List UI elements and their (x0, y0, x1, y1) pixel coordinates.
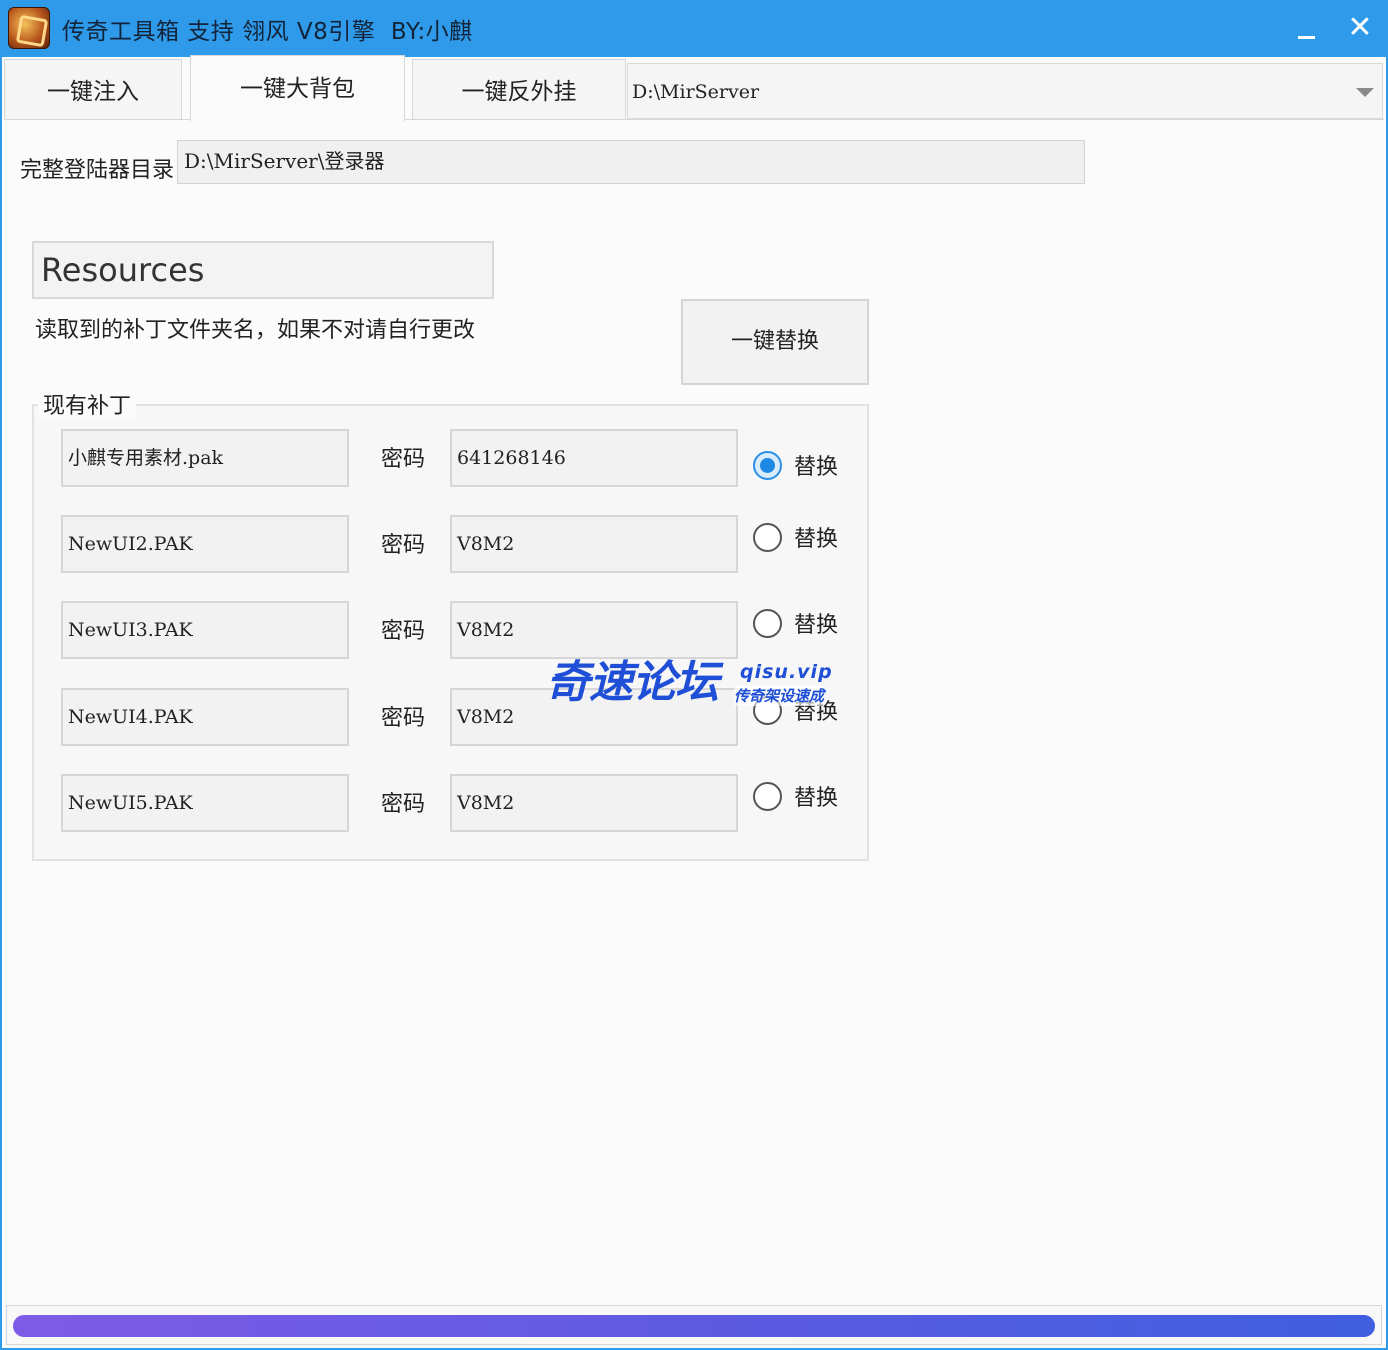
patch-password-field[interactable]: V8M2 (450, 774, 738, 832)
tab-one-click-inject[interactable]: 一键注入 (4, 59, 182, 119)
chevron-down-icon[interactable] (1356, 88, 1374, 97)
replace-radio-label[interactable]: 替换 (794, 607, 838, 639)
tab-anti-cheat[interactable]: 一键反外挂 (412, 59, 626, 119)
patch-password-field[interactable]: V8M2 (450, 515, 738, 573)
replace-radio[interactable] (753, 609, 782, 638)
launcher-dir-label: 完整登陆器目录 (20, 158, 175, 183)
replace-radio[interactable] (753, 451, 782, 480)
launcher-dir-input[interactable]: D:\MirServer\登录器 (177, 140, 1085, 184)
server-path-select[interactable]: D:\MirServer (627, 63, 1383, 119)
watermark-subtitle: 传奇架设速成 (734, 685, 825, 706)
password-label: 密码 (381, 792, 426, 817)
password-label: 密码 (381, 619, 426, 644)
patch-password-field[interactable]: 641268146 (450, 429, 738, 487)
forum-watermark: 奇速论坛 qisu.vip 传奇架设速成 (546, 657, 841, 713)
patch-file-field[interactable]: NewUI5.PAK (61, 774, 349, 832)
resources-folder-field[interactable]: Resources (32, 241, 494, 299)
patch-file-field[interactable]: NewUI3.PAK (61, 601, 349, 659)
replace-radio[interactable] (753, 782, 782, 811)
patch-file-field[interactable]: NewUI4.PAK (61, 688, 349, 746)
resources-hint: 读取到的补丁文件夹名，如果不对请自行更改 (35, 318, 476, 343)
progress-fill (13, 1315, 1375, 1337)
server-path-value: D:\MirServer (632, 81, 760, 103)
password-label: 密码 (381, 706, 426, 731)
replace-radio[interactable] (753, 523, 782, 552)
title-bar: 传奇工具箱 支持 翎风 V8引擎 BY:小麒 ✕ (0, 0, 1388, 57)
patch-password-field[interactable]: V8M2 (450, 601, 738, 659)
minimize-icon[interactable] (1286, 8, 1326, 48)
replace-radio-label[interactable]: 替换 (794, 449, 838, 481)
window-title: 传奇工具箱 支持 翎风 V8引擎 BY:小麒 (62, 19, 473, 45)
replace-radio-label[interactable]: 替换 (794, 521, 838, 553)
password-label: 密码 (381, 533, 426, 558)
patch-file-field[interactable]: NewUI2.PAK (61, 515, 349, 573)
watermark-url: qisu.vip (740, 661, 833, 683)
password-label: 密码 (381, 447, 426, 472)
app-logo-icon (8, 7, 50, 49)
watermark-title: 奇速论坛 (546, 657, 719, 708)
tab-big-backpack[interactable]: 一键大背包 (190, 55, 405, 121)
replace-radio-label[interactable]: 替换 (794, 780, 838, 812)
patch-file-field[interactable]: 小麒专用素材.pak (61, 429, 349, 487)
close-icon[interactable]: ✕ (1340, 8, 1380, 48)
progress-bar (6, 1305, 1382, 1345)
replace-all-button[interactable]: 一键替换 (681, 299, 869, 385)
patch-group-title: 现有补丁 (38, 388, 137, 420)
